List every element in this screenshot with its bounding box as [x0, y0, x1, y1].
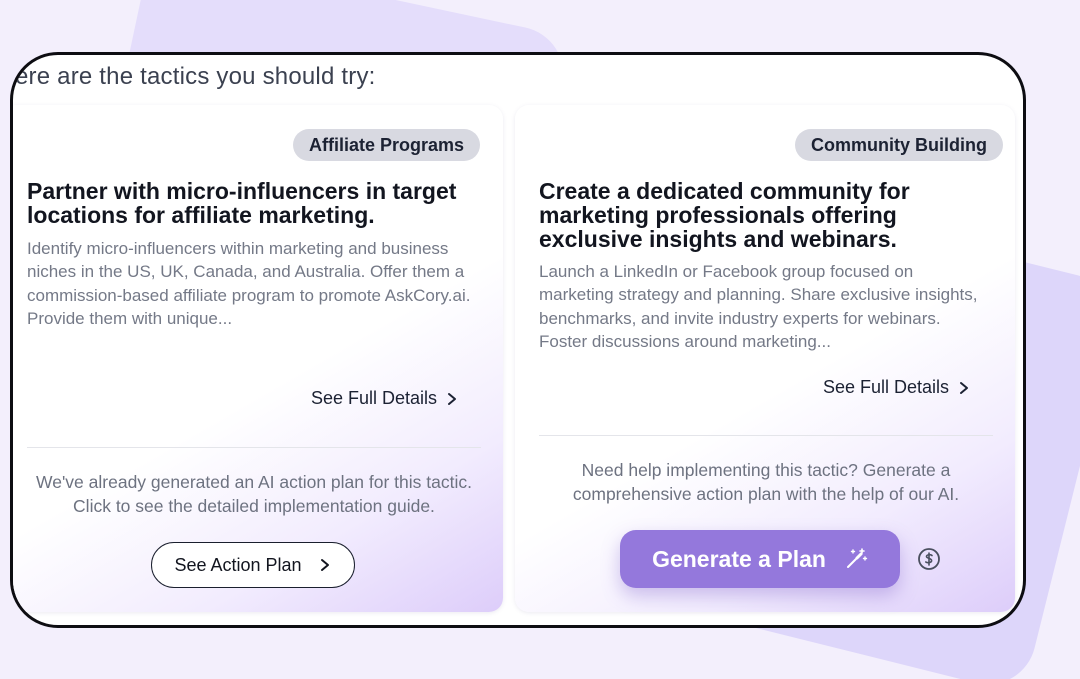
- details-link-label: See Full Details: [822, 377, 949, 397]
- dollar-coin-icon: [918, 548, 940, 570]
- tactics-panel: ere are the tactics you should try: Affi…: [10, 52, 1026, 628]
- tactic-description: Identify micro-influencers within market…: [27, 239, 471, 328]
- see-action-plan-button[interactable]: See Action Plan: [151, 542, 355, 588]
- chevron-right-icon: [960, 381, 968, 394]
- tactic-title: Create a dedicated community for marketi…: [539, 178, 910, 252]
- tactic-card-affiliate: Affiliate Programs Partner with micro-in…: [13, 105, 503, 612]
- tactic-title: Partner with micro-influencers in target…: [27, 178, 457, 228]
- divider: [27, 447, 481, 448]
- divider: [539, 435, 993, 436]
- category-tag: Community Building: [795, 129, 1003, 161]
- plan-note: We've already generated an AI action pla…: [36, 472, 472, 516]
- details-link-label: See Full Details: [310, 388, 437, 408]
- tactic-card-community: Community Building Create a dedicated co…: [515, 105, 1015, 612]
- plan-note: Need help implementing this tactic? Gene…: [572, 460, 960, 504]
- see-full-details-link[interactable]: See Full Details: [823, 377, 971, 398]
- button-label: See Action Plan: [174, 554, 302, 575]
- magic-wand-icon: [846, 548, 868, 568]
- chevron-right-icon: [320, 559, 329, 571]
- see-full-details-link[interactable]: See Full Details: [311, 388, 459, 409]
- tactic-description: Launch a LinkedIn or Facebook group focu…: [539, 262, 978, 351]
- chevron-right-icon: [448, 392, 456, 405]
- button-label: Generate a Plan: [652, 545, 826, 572]
- section-heading: ere are the tactics you should try:: [15, 63, 376, 90]
- category-tag: Affiliate Programs: [292, 129, 480, 161]
- generate-plan-button[interactable]: Generate a Plan: [620, 530, 900, 588]
